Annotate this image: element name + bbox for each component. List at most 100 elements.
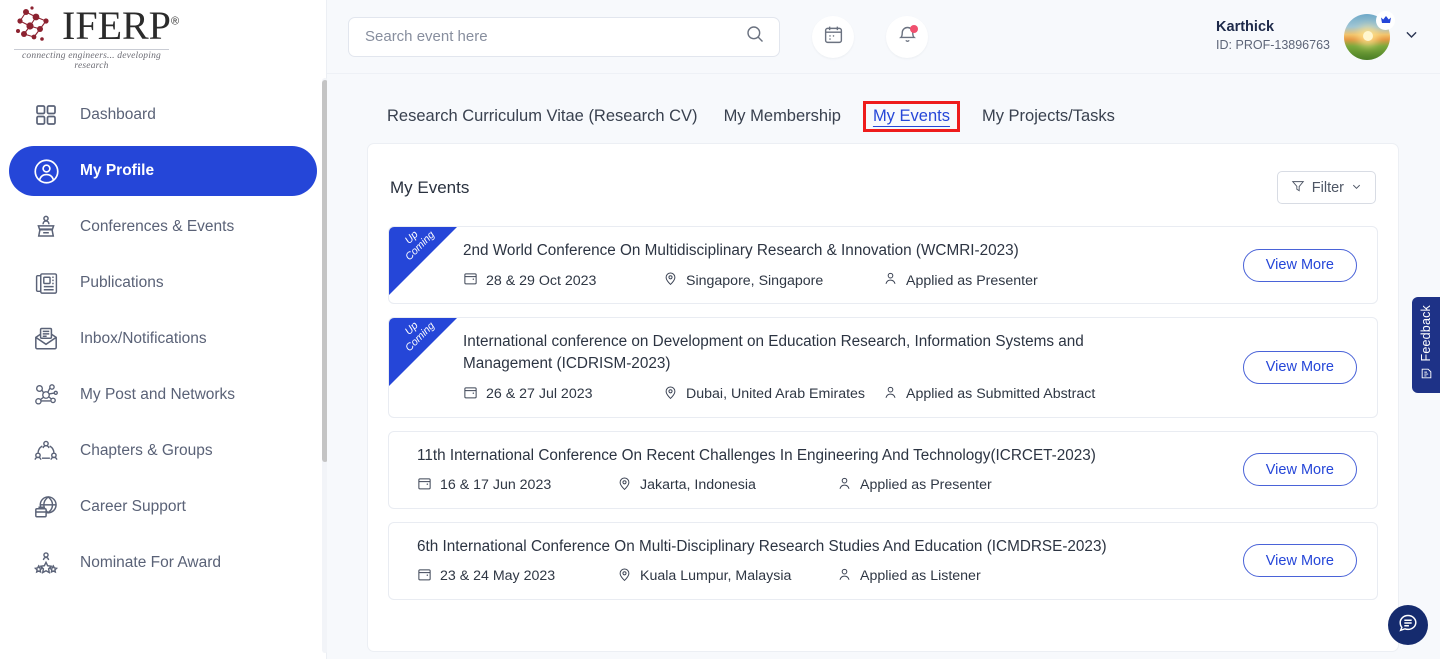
event-location-text: Singapore, Singapore <box>686 273 823 289</box>
profile-tabs: Research Curriculum Vitae (Research CV) … <box>359 94 1399 143</box>
network-icon <box>29 378 63 412</box>
sidebar-item-label: Conferences & Events <box>80 218 234 236</box>
event-card[interactable]: Up Coming 2nd World Conference On Multid… <box>388 226 1378 304</box>
user-circle-icon <box>29 154 63 188</box>
person-icon <box>837 567 852 586</box>
newspaper-icon <box>29 266 63 300</box>
view-more-button[interactable]: View More <box>1243 249 1357 282</box>
event-role: Applied as Presenter <box>837 476 992 495</box>
event-date: 16 & 17 Jun 2023 <box>417 476 617 495</box>
grid-icon <box>29 98 63 132</box>
person-icon <box>883 385 898 404</box>
event-title: 6th International Conference On Multi-Di… <box>417 536 1117 558</box>
event-location: Singapore, Singapore <box>663 271 883 290</box>
chevron-down-icon <box>1351 180 1362 196</box>
chat-support-button[interactable] <box>1388 605 1428 645</box>
event-date-text: 26 & 27 Jul 2023 <box>486 386 593 402</box>
brand-logo[interactable]: IFERP® connecting engineers... developin… <box>0 0 326 74</box>
sidebar-item-label: Publications <box>80 274 164 292</box>
sidebar-item-my-profile[interactable]: My Profile <box>9 146 317 196</box>
event-role-text: Applied as Presenter <box>860 477 992 493</box>
view-more-button[interactable]: View More <box>1243 544 1357 577</box>
search-bar[interactable] <box>348 17 780 57</box>
event-card[interactable]: 6th International Conference On Multi-Di… <box>388 522 1378 600</box>
user-id: ID: PROF-13896763 <box>1216 37 1330 55</box>
event-date: 26 & 27 Jul 2023 <box>463 385 663 404</box>
feedback-note-icon <box>1420 367 1433 385</box>
search-icon[interactable] <box>745 24 765 49</box>
filter-label: Filter <box>1312 180 1344 196</box>
sidebar-item-career-support[interactable]: Career Support <box>9 482 317 532</box>
event-role: Applied as Presenter <box>883 271 1038 290</box>
search-input[interactable] <box>365 28 745 45</box>
tab-my-projects-tasks[interactable]: My Projects/Tasks <box>982 105 1115 128</box>
event-location-text: Kuala Lumpur, Malaysia <box>640 568 791 584</box>
event-location-text: Jakarta, Indonesia <box>640 477 756 493</box>
event-date-text: 23 & 24 May 2023 <box>440 568 555 584</box>
sidebar-item-conferences-events[interactable]: Conferences & Events <box>9 202 317 252</box>
chat-bubble-icon <box>1397 612 1419 639</box>
event-date: 23 & 24 May 2023 <box>417 567 617 586</box>
view-more-button[interactable]: View More <box>1243 453 1357 486</box>
event-role: Applied as Submitted Abstract <box>883 385 1095 404</box>
sidebar-item-dashboard[interactable]: Dashboard <box>9 90 317 140</box>
event-role: Applied as Listener <box>837 567 981 586</box>
main-area: Karthick ID: PROF-13896763 Research Curr… <box>327 0 1440 659</box>
calendar-small-icon <box>417 476 432 495</box>
tab-my-membership[interactable]: My Membership <box>724 105 841 128</box>
calendar-small-icon <box>463 271 478 290</box>
sidebar-item-publications[interactable]: Publications <box>9 258 317 308</box>
tab-my-events[interactable]: My Events <box>863 101 960 132</box>
event-role-text: Applied as Listener <box>860 568 981 584</box>
award-star-icon <box>29 546 63 580</box>
location-pin-icon <box>617 476 632 495</box>
calendar-small-icon <box>417 567 432 586</box>
sidebar-item-label: Dashboard <box>80 106 156 124</box>
event-role-text: Applied as Submitted Abstract <box>906 386 1095 402</box>
user-menu[interactable]: Karthick ID: PROF-13896763 <box>1216 14 1420 60</box>
sidebar-nav: Dashboard My Profile Conferences & Event… <box>0 74 326 588</box>
event-location: Kuala Lumpur, Malaysia <box>617 567 837 586</box>
sidebar-item-nominate-for-award[interactable]: Nominate For Award <box>9 538 317 588</box>
event-meta: 28 & 29 Oct 2023 Singapore, Singapore Ap… <box>463 271 1243 290</box>
event-title: 11th International Conference On Recent … <box>417 445 1117 467</box>
event-location: Dubai, United Arab Emirates <box>663 385 883 404</box>
event-meta: 23 & 24 May 2023 Kuala Lumpur, Malaysia … <box>417 567 1243 586</box>
location-pin-icon <box>663 385 678 404</box>
calendar-button[interactable] <box>812 16 854 58</box>
feedback-tab[interactable]: Feedback <box>1412 297 1440 393</box>
tab-research-cv[interactable]: Research Curriculum Vitae (Research CV) <box>387 105 698 128</box>
event-date: 28 & 29 Oct 2023 <box>463 271 663 290</box>
registered-mark: ® <box>171 15 179 27</box>
content-area: Research Curriculum Vitae (Research CV) … <box>327 74 1440 659</box>
upcoming-ribbon-label: Up Coming <box>389 227 447 273</box>
sidebar-item-label: Nominate For Award <box>80 554 221 572</box>
brand-name: IFERP® <box>62 7 179 45</box>
brand-tagline: connecting engineers... developing resea… <box>14 49 169 71</box>
sidebar-item-chapters-groups[interactable]: Chapters & Groups <box>9 426 317 476</box>
sidebar-item-my-post-and-networks[interactable]: My Post and Networks <box>9 370 317 420</box>
event-card[interactable]: 11th International Conference On Recent … <box>388 431 1378 509</box>
event-card[interactable]: Up Coming International conference on De… <box>388 317 1378 417</box>
sidebar-item-label: My Profile <box>80 162 154 180</box>
event-date-text: 28 & 29 Oct 2023 <box>486 273 596 289</box>
chevron-down-icon[interactable] <box>1403 26 1420 48</box>
sidebar-item-inbox-notifications[interactable]: Inbox/Notifications <box>9 314 317 364</box>
location-pin-icon <box>617 567 632 586</box>
podium-icon <box>29 210 63 244</box>
view-more-button[interactable]: View More <box>1243 351 1357 384</box>
upcoming-ribbon: Up Coming <box>389 227 457 295</box>
sidebar-item-label: My Post and Networks <box>80 386 235 404</box>
filter-button[interactable]: Filter <box>1277 171 1376 204</box>
sidebar-item-label: Inbox/Notifications <box>80 330 207 348</box>
upcoming-ribbon: Up Coming <box>389 318 457 386</box>
upcoming-ribbon-label: Up Coming <box>389 318 447 364</box>
event-meta: 16 & 17 Jun 2023 Jakarta, Indonesia Appl… <box>417 476 1243 495</box>
notifications-button[interactable] <box>886 16 928 58</box>
page-title: My Events <box>390 178 469 198</box>
person-icon <box>837 476 852 495</box>
event-body: 2nd World Conference On Multidisciplinar… <box>389 240 1243 290</box>
my-events-panel: My Events Filter <box>367 143 1399 652</box>
feedback-label: Feedback <box>1419 305 1433 362</box>
avatar[interactable] <box>1344 14 1390 60</box>
